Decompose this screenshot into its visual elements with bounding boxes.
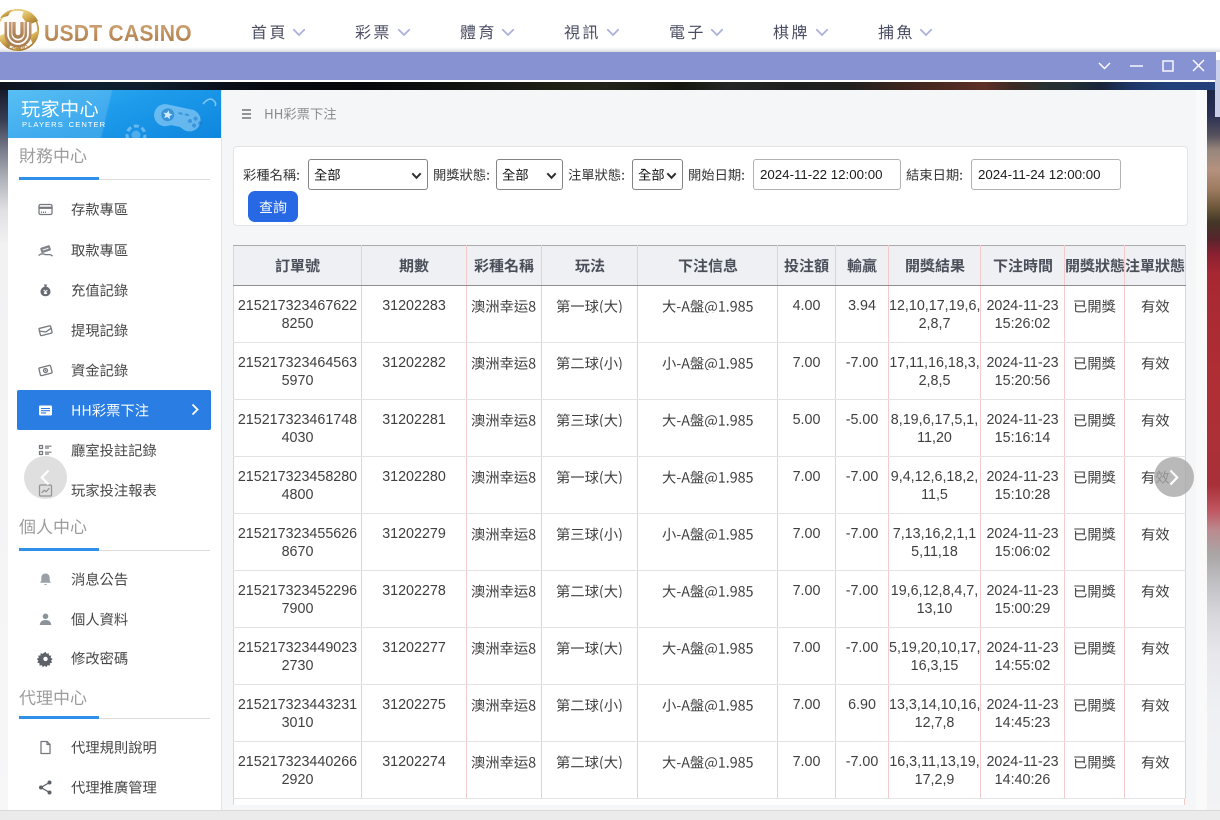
svg-text:CASINO: CASINO: [8, 45, 28, 51]
